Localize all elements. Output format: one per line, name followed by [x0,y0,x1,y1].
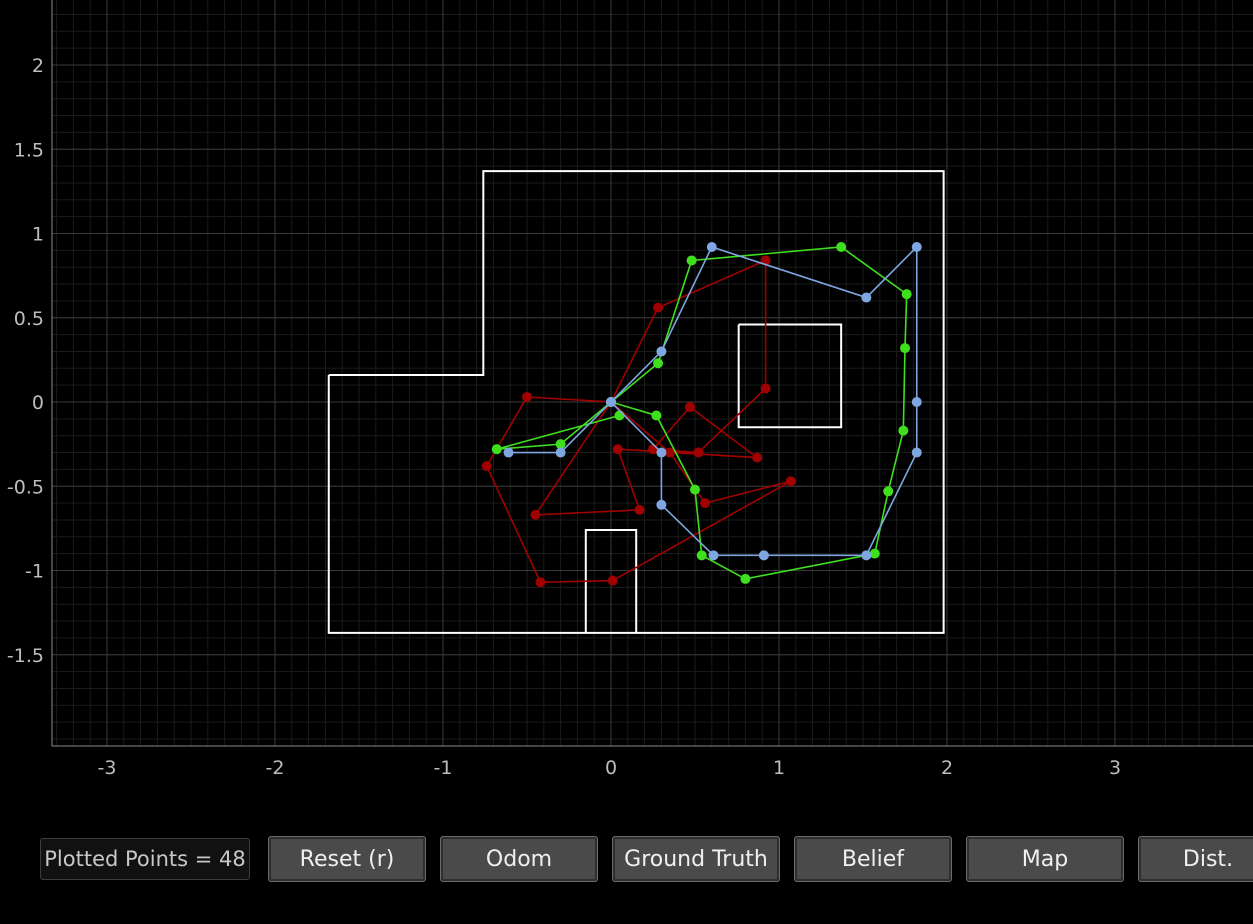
ground-truth-button[interactable]: Ground Truth [612,836,780,882]
ground_truth-point [836,241,847,252]
ground_truth-point [898,425,909,436]
belief-point [911,397,922,407]
minor-grid [52,0,1253,746]
ground_truth-point [869,548,880,559]
belief-point [861,550,872,561]
ground_truth-path [496,246,908,580]
belief-point [861,292,872,303]
x-tick-label: 1 [773,757,785,779]
ground_truth-point [690,484,700,495]
odom-point [785,476,796,487]
y-tick-label: 1.5 [14,139,44,161]
belief-series [503,241,922,561]
y-tick-label: 1 [32,224,44,246]
odom-point [522,391,532,402]
map-wall [737,323,843,429]
x-tick-label: -3 [98,757,117,779]
ground_truth-point [901,289,912,300]
ground_truth-point [740,573,751,584]
ground_truth-series [491,241,912,584]
ground_truth-point [883,486,894,497]
odom-point [535,577,546,588]
y-tick-label: 0.5 [14,308,44,330]
plotted-points-counter: Plotted Points = 48 [40,838,250,880]
ground_truth-point [651,410,662,421]
belief-point [656,346,667,357]
belief-point [656,447,667,458]
belief-path [508,245,918,557]
dist-button[interactable]: Dist. [1138,836,1253,882]
y-tick-label: 2 [32,55,44,77]
y-axis-tick-labels: 2 1.5 1 0.5 0 -0.5 -1 -1.5 [7,55,44,667]
belief-point [911,241,922,252]
ground_truth-point [900,343,910,354]
belief-point [706,241,717,252]
ground_truth-point [614,410,625,421]
reset-button[interactable]: Reset (r) [268,836,426,882]
x-tick-label: -1 [434,757,453,779]
belief-button[interactable]: Belief [794,836,952,882]
plot-toolbar: Plotted Points = 48 Reset (r) Odom Groun… [0,836,1253,884]
y-tick-label: -0.5 [7,476,44,498]
major-grid [52,0,1253,746]
map-button[interactable]: Map [966,836,1124,882]
belief-point [503,447,514,458]
belief-point [911,447,922,458]
odom-point [653,302,664,313]
y-tick-label: -1.5 [7,645,44,667]
odom-point [760,383,771,394]
odom-point [752,452,763,463]
y-tick-label: 0 [32,392,44,414]
ground_truth-point [653,358,664,369]
odom-point [693,447,704,458]
odom-point [700,498,711,509]
odom-point [530,509,541,520]
x-tick-label: 3 [1109,757,1121,779]
belief-point [656,499,667,510]
belief-point [758,550,769,561]
odom-series [481,255,796,588]
x-tick-label: 2 [941,757,953,779]
x-tick-label: 0 [605,757,617,779]
odom-point [481,461,492,472]
ground_truth-point [686,255,697,266]
odom-point [634,504,645,515]
trajectory-plot[interactable]: -3 -2 -1 0 1 2 3 2 1.5 1 0.5 0 -0.5 -1 -1.5 [0,0,1253,820]
belief-point [708,550,719,561]
ground_truth-point [696,550,707,561]
belief-point [606,397,616,407]
odom-point [612,444,623,455]
odom-button[interactable]: Odom [440,836,598,882]
odom-point [607,575,618,586]
trajectory-series [481,241,922,588]
x-tick-label: -2 [266,757,285,779]
ground_truth-point [491,444,502,455]
belief-point [555,447,566,458]
y-tick-label: -1 [25,561,44,583]
x-axis-tick-labels: -3 -2 -1 0 1 2 3 [98,757,1122,779]
odom-point [684,402,695,413]
axes [51,0,1253,747]
